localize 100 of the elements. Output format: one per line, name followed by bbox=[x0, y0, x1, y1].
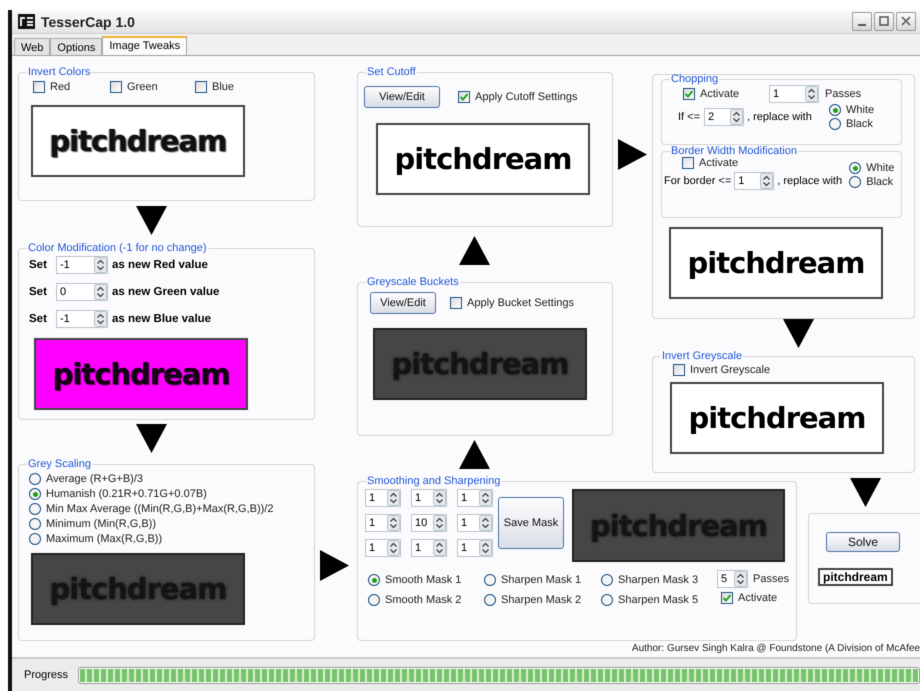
minimize-icon[interactable] bbox=[852, 12, 872, 32]
radio-label: White bbox=[866, 162, 894, 174]
spin-arrows-icon[interactable] bbox=[479, 515, 492, 532]
radio-button[interactable] bbox=[484, 574, 496, 586]
number-spinner[interactable]: 1 bbox=[365, 514, 401, 532]
field-label: Passes bbox=[825, 88, 862, 100]
radio-button[interactable] bbox=[601, 574, 613, 586]
number-spinner[interactable]: 1 bbox=[734, 172, 774, 190]
app-icon bbox=[18, 14, 35, 30]
captcha-preview: pitchdream bbox=[31, 105, 245, 178]
radio-label: Min Max Average ((Min(R,G,B)+Max(R,G,B))/2 bbox=[46, 503, 274, 516]
radio-button[interactable] bbox=[29, 473, 41, 486]
group-title: Chopping bbox=[670, 73, 720, 86]
close-icon[interactable] bbox=[896, 12, 916, 32]
spin-arrows-icon[interactable] bbox=[730, 109, 744, 126]
number-spinner[interactable]: 1 bbox=[457, 514, 493, 532]
captcha-preview: pitchdream bbox=[34, 338, 248, 410]
spin-arrows-icon[interactable] bbox=[94, 284, 107, 300]
field-label: as new Blue value bbox=[112, 313, 212, 326]
spin-arrows-icon[interactable] bbox=[387, 540, 400, 556]
captcha-preview: pitchdream bbox=[669, 227, 883, 300]
spin-arrows-icon[interactable] bbox=[479, 490, 492, 506]
field-label: Set bbox=[29, 286, 48, 298]
down-arrow-icon bbox=[783, 319, 814, 350]
checkbox-label: Blue bbox=[212, 81, 234, 94]
spin-arrows-icon[interactable] bbox=[94, 311, 107, 328]
down-arrow-icon bbox=[136, 206, 167, 238]
checkbox[interactable] bbox=[683, 88, 695, 100]
right-arrow-icon bbox=[320, 550, 351, 582]
tab[interactable]: Web bbox=[14, 38, 50, 56]
spin-arrows-icon[interactable] bbox=[734, 571, 747, 588]
spin-arrows-icon[interactable] bbox=[433, 490, 446, 506]
number-spinner[interactable]: 10 bbox=[411, 514, 447, 532]
number-spinner[interactable]: -1 bbox=[56, 256, 108, 274]
spin-arrows-icon[interactable] bbox=[387, 490, 400, 506]
checkbox[interactable] bbox=[33, 81, 45, 94]
radio-label: Average (R+G+B)/3 bbox=[46, 473, 144, 486]
radio-button[interactable] bbox=[29, 503, 41, 516]
number-spinner[interactable]: 1 bbox=[769, 85, 819, 104]
group-title: Invert Greyscale bbox=[661, 350, 744, 362]
field-label: , replace with bbox=[747, 111, 813, 124]
radio-button[interactable] bbox=[829, 104, 842, 116]
radio-button[interactable] bbox=[29, 488, 41, 500]
solve-button[interactable]: Solve bbox=[826, 532, 900, 552]
group-title: Grey Scaling bbox=[27, 458, 92, 470]
radio-label: Sharpen Mask 5 bbox=[618, 594, 698, 606]
tab[interactable]: Options bbox=[50, 38, 102, 56]
checkbox-label: Apply Bucket Settings bbox=[467, 297, 574, 310]
checkbox[interactable] bbox=[450, 297, 462, 310]
maximize-icon[interactable] bbox=[874, 12, 894, 32]
radio-button[interactable] bbox=[829, 118, 842, 130]
radio-button[interactable] bbox=[849, 176, 862, 188]
spin-arrows-icon[interactable] bbox=[433, 515, 446, 532]
radio-label: Sharpen Mask 2 bbox=[501, 594, 582, 606]
spin-arrows-icon[interactable] bbox=[94, 257, 107, 274]
number-spinner[interactable]: 5 bbox=[717, 570, 748, 588]
radio-button[interactable] bbox=[484, 594, 496, 606]
number-spinner[interactable]: 0 bbox=[56, 283, 108, 302]
number-spinner[interactable]: 2 bbox=[704, 108, 744, 126]
number-spinner[interactable]: -1 bbox=[56, 310, 108, 328]
checkbox[interactable] bbox=[682, 157, 694, 170]
field-label: Set bbox=[29, 259, 48, 272]
radio-label: Minimum (Min(R,G,B)) bbox=[46, 518, 156, 530]
up-arrow-icon bbox=[459, 440, 490, 472]
radio-button[interactable] bbox=[849, 162, 862, 174]
field-label: For border <= bbox=[664, 175, 732, 188]
radio-button[interactable] bbox=[601, 594, 613, 606]
field-label: Set bbox=[29, 313, 48, 326]
checkbox[interactable] bbox=[673, 364, 685, 376]
spin-arrows-icon[interactable] bbox=[433, 540, 446, 556]
number-spinner[interactable]: 1 bbox=[365, 489, 401, 508]
number-spinner[interactable]: 1 bbox=[457, 489, 493, 508]
radio-button[interactable] bbox=[368, 574, 380, 586]
group-title: Color Modification (-1 for no change) bbox=[27, 242, 208, 254]
tab[interactable]: Image Tweaks bbox=[102, 36, 188, 56]
radio-label: White bbox=[846, 104, 874, 116]
spin-arrows-icon[interactable] bbox=[479, 540, 492, 556]
checkbox[interactable] bbox=[110, 81, 122, 94]
radio-button[interactable] bbox=[368, 594, 380, 606]
spin-arrows-icon[interactable] bbox=[387, 515, 400, 532]
view-edit-button[interactable]: View/Edit bbox=[370, 292, 436, 314]
field-label: as new Red value bbox=[112, 259, 208, 272]
radio-label: Maximum (Max(R,G,B)) bbox=[46, 533, 162, 546]
spin-arrows-icon[interactable] bbox=[805, 86, 818, 102]
window-title: TesserCap 1.0 bbox=[41, 14, 136, 30]
checkbox[interactable] bbox=[195, 81, 207, 94]
radio-button[interactable] bbox=[29, 518, 41, 530]
down-arrow-icon bbox=[850, 478, 881, 509]
number-spinner[interactable]: 1 bbox=[411, 539, 447, 558]
checkbox[interactable] bbox=[458, 91, 470, 104]
number-spinner[interactable]: 1 bbox=[365, 539, 401, 558]
radio-button[interactable] bbox=[29, 533, 41, 546]
number-spinner[interactable]: 1 bbox=[457, 539, 493, 558]
spin-arrows-icon[interactable] bbox=[760, 173, 774, 190]
view-edit-button[interactable]: View/Edit bbox=[364, 86, 440, 108]
checkbox[interactable] bbox=[721, 592, 733, 604]
save-mask-button[interactable]: Save Mask bbox=[498, 497, 564, 550]
number-spinner[interactable]: 1 bbox=[411, 489, 447, 508]
field-label: , replace with bbox=[777, 175, 844, 188]
checkbox-label: Green bbox=[127, 81, 158, 94]
